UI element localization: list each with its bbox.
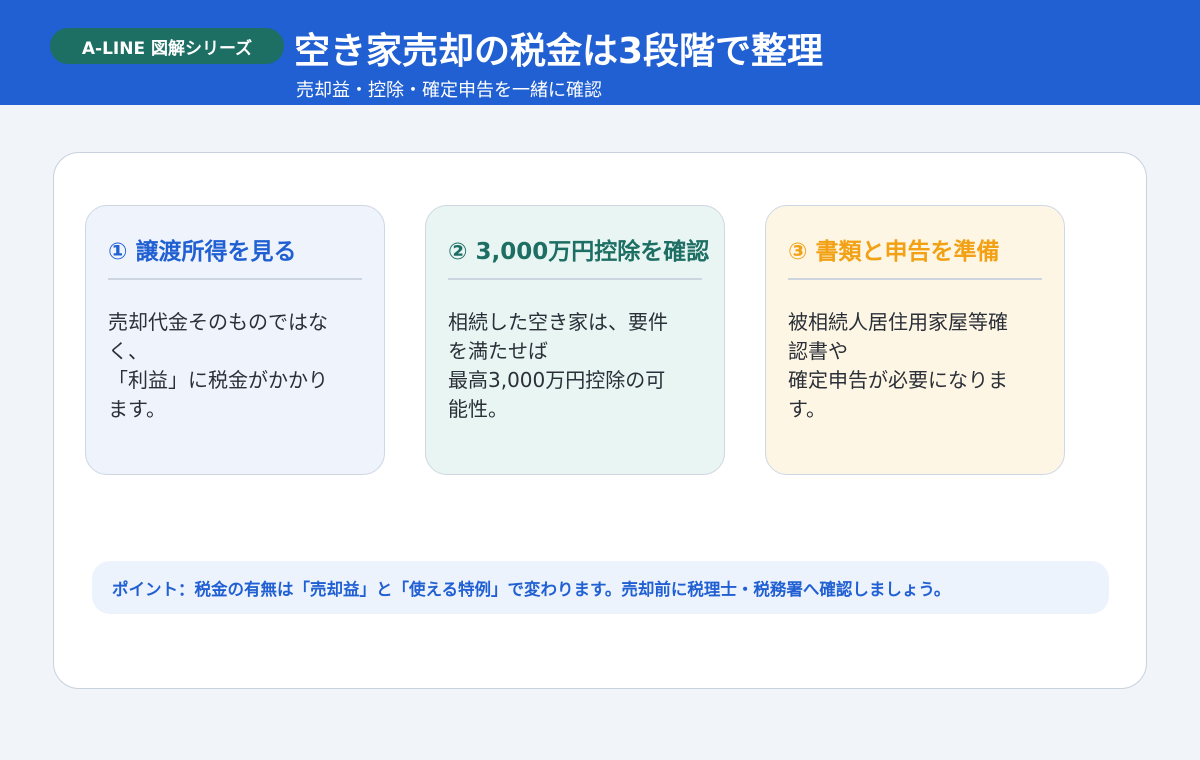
step-card-1: ① 譲渡所得を見る 売却代金そのものではな く、 「利益」に税金がかかり ます。 [85, 205, 385, 475]
point-callout: ポイント：税金の有無は「売却益」と「使える特例」で変わります。売却前に税理士・税… [92, 561, 1109, 614]
step-card-title: ① 譲渡所得を見る [108, 239, 297, 265]
card-body-line: す。 [788, 397, 826, 421]
step-card-2: ② 3,000万円控除を確認 相続した空き家は、要件 を満たせば 最高3,000… [425, 205, 725, 475]
card-divider [108, 278, 362, 280]
step-card-body: 売却代金そのものではな く、 「利益」に税金がかかり ます。 [108, 308, 368, 424]
page-subtitle: 売却益・控除・確定申告を一緒に確認 [296, 80, 602, 101]
card-body-line: 最高3,000万円控除の可 [448, 368, 666, 392]
card-body-line: 相続した空き家は、要件 [448, 310, 668, 334]
series-badge: A-LINE 図解シリーズ [50, 28, 284, 64]
card-body-line: を満たせば [448, 339, 548, 363]
card-body-line: 被相続人居住用家屋等確 [788, 310, 1008, 334]
card-body-line: 確定申告が必要になりま [788, 368, 1008, 392]
card-body-line: ます。 [108, 397, 166, 421]
card-body-line: く、 [108, 339, 148, 363]
step-card-title: ③ 書類と申告を準備 [788, 239, 1000, 265]
step-card-title: ② 3,000万円控除を確認 [448, 239, 710, 265]
step-card-body: 被相続人居住用家屋等確 認書や 確定申告が必要になりま す。 [788, 308, 1048, 424]
point-text: ポイント：税金の有無は「売却益」と「使える特例」で変わります。売却前に税理士・税… [112, 579, 951, 599]
card-body-line: 認書や [788, 339, 848, 363]
card-divider [788, 278, 1042, 280]
card-body-line: 「利益」に税金がかかり [108, 368, 328, 392]
page-title: 空き家売却の税金は3段階で整理 [294, 31, 824, 72]
card-body-line: 売却代金そのものではな [108, 310, 328, 334]
card-body-line: 能性。 [448, 397, 508, 421]
step-card-body: 相続した空き家は、要件 を満たせば 最高3,000万円控除の可 能性。 [448, 308, 708, 424]
card-divider [448, 278, 702, 280]
step-card-3: ③ 書類と申告を準備 被相続人居住用家屋等確 認書や 確定申告が必要になりま す… [765, 205, 1065, 475]
header-banner: A-LINE 図解シリーズ 空き家売却の税金は3段階で整理 売却益・控除・確定申… [0, 0, 1200, 105]
